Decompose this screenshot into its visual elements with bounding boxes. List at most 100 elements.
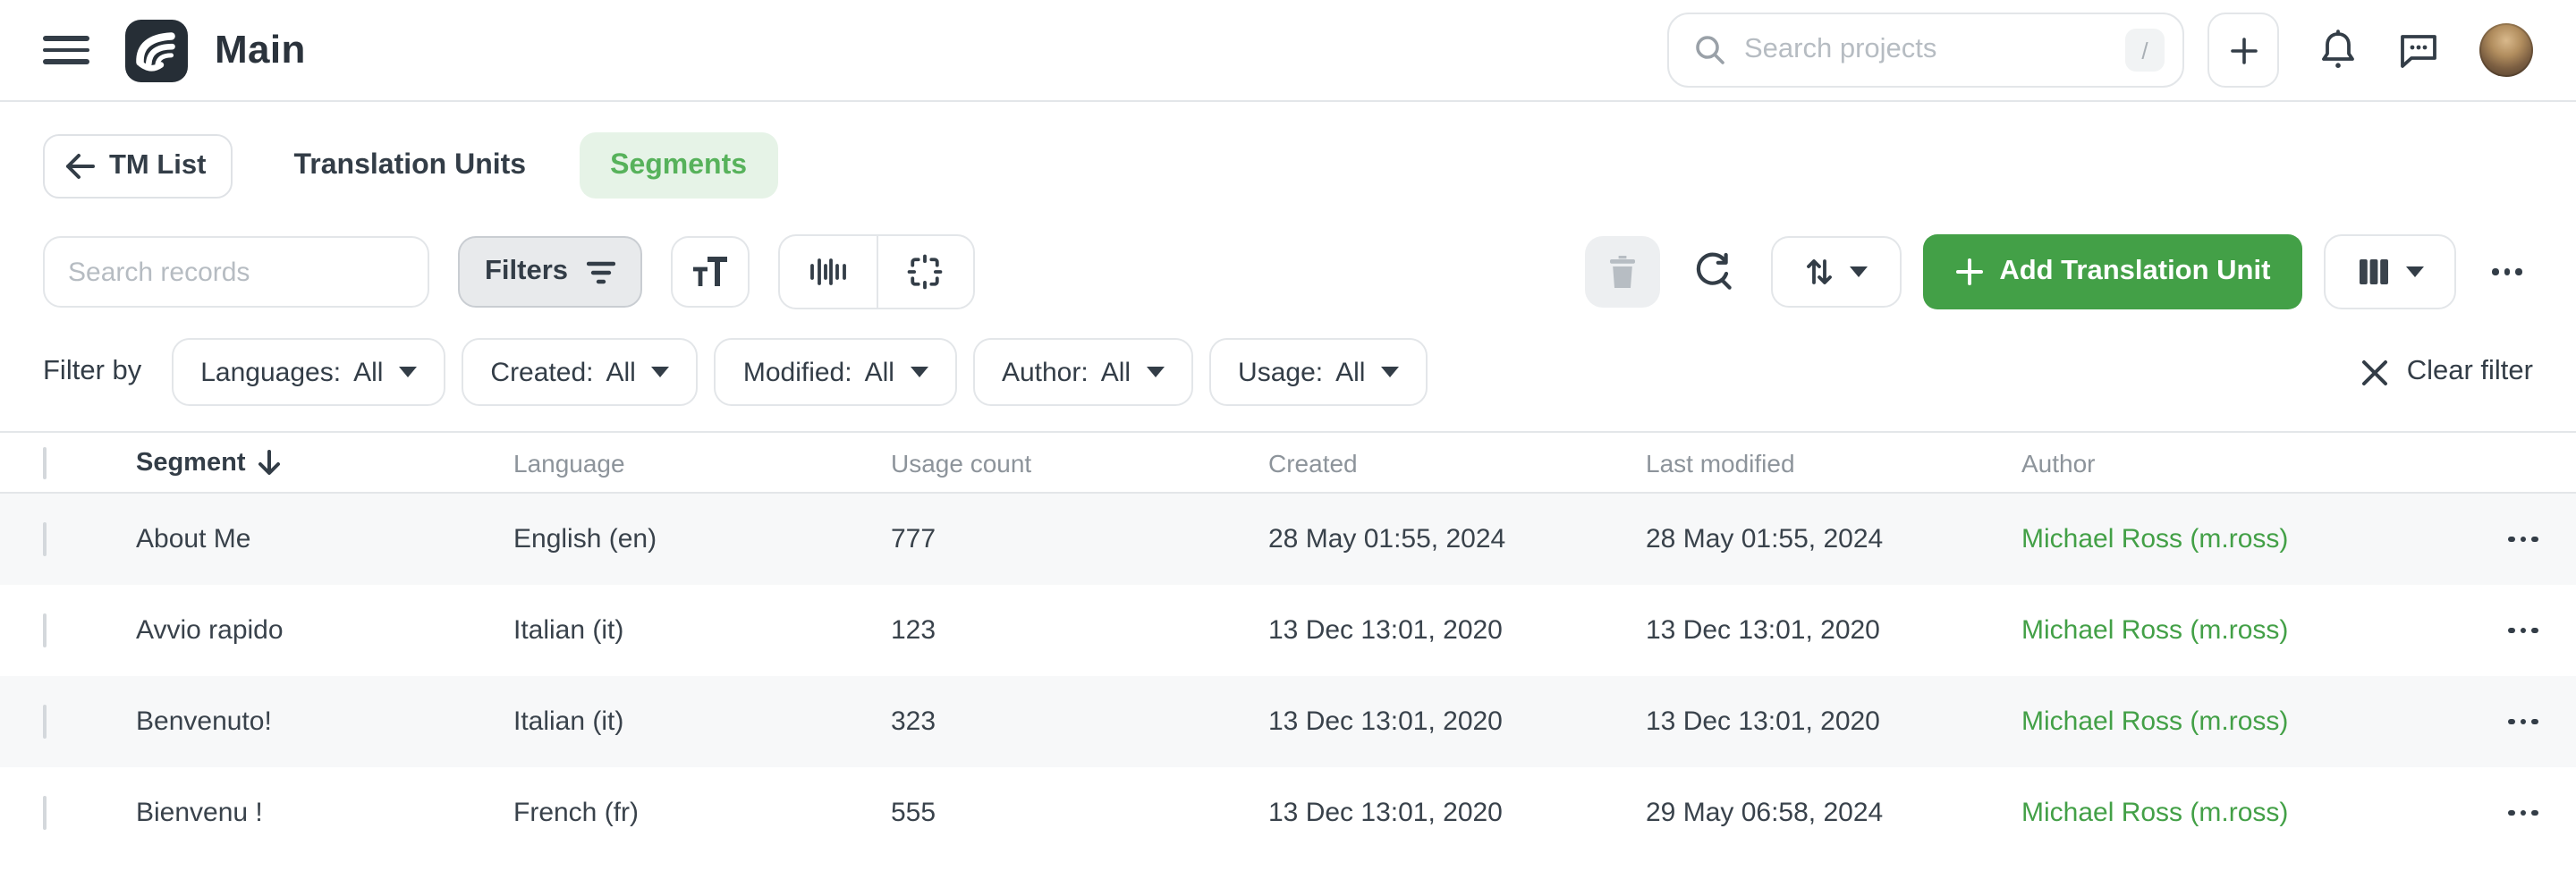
cell-author-link[interactable]: Michael Ross (m.ross) [2021,615,2462,646]
cell-created: 13 Dec 13:01, 2020 [1268,615,1646,646]
cell-segment: Bienvenu ! [136,798,513,828]
table-header-row: Segment Language Usage count Created Las… [0,433,2576,494]
column-header-author[interactable]: Author [2021,448,2462,477]
add-project-button[interactable] [2207,13,2279,88]
app-root: Main / [0,0,2576,871]
selection-frame-icon [905,252,945,292]
cell-last-modified: 13 Dec 13:01, 2020 [1646,615,2021,646]
search-projects-input[interactable] [1744,34,2125,66]
add-translation-unit-button[interactable]: Add Translation Unit [1922,234,2302,309]
row-checkbox[interactable] [43,613,47,647]
ellipsis-icon [2508,809,2538,816]
row-checkbox[interactable] [43,705,47,739]
columns-button[interactable] [2324,234,2456,309]
column-header-usage-count[interactable]: Usage count [891,448,1268,477]
table-row[interactable]: Benvenuto! Italian (it) 323 13 Dec 13:01… [0,676,2576,767]
clear-filter-button[interactable]: Clear filter [2362,356,2533,388]
barcode-view-button[interactable] [779,236,876,308]
filter-by-label: Filter by [43,356,141,388]
tab-segments[interactable]: Segments [580,132,777,199]
chevron-down-icon [1381,367,1399,377]
slash-shortcut-badge: / [2125,29,2165,72]
ellipsis-icon [2508,536,2538,542]
column-header-last-modified[interactable]: Last modified [1646,448,2021,477]
row-checkbox[interactable] [43,796,47,830]
filter-lines-icon [586,258,614,285]
cell-last-modified: 13 Dec 13:01, 2020 [1646,706,2021,737]
view-mode-group [777,234,974,309]
plus-icon [1954,258,1983,286]
cell-last-modified: 28 May 01:55, 2024 [1646,524,2021,554]
trash-icon [1606,254,1638,290]
refresh-search-button[interactable] [1691,250,1734,293]
cell-last-modified: 29 May 06:58, 2024 [1646,798,2021,828]
feedback-button[interactable] [2397,30,2440,71]
search-records-input[interactable] [68,257,404,287]
plus-icon [2228,35,2258,65]
table-row[interactable]: About Me English (en) 777 28 May 01:55, … [0,494,2576,585]
text-size-button[interactable] [670,236,749,308]
cell-author-link[interactable]: Michael Ross (m.ross) [2021,706,2462,737]
cell-segment: Benvenuto! [136,706,513,737]
notifications-button[interactable] [2318,29,2358,72]
search-records-box [43,236,429,308]
row-more-button[interactable] [2499,527,2547,551]
hamburger-menu-icon[interactable] [43,27,89,73]
row-more-button[interactable] [2499,800,2547,824]
close-icon [2362,359,2389,385]
arrow-left-icon [64,151,97,180]
sort-arrows-icon [1804,256,1833,288]
delete-selected-button[interactable] [1584,236,1659,308]
sort-desc-icon [258,449,282,476]
row-checkbox[interactable] [43,522,47,556]
select-all-checkbox[interactable] [43,446,47,478]
row-more-button[interactable] [2499,709,2547,733]
tab-translation-units[interactable]: Translation Units [294,149,527,182]
cell-usage-count: 777 [891,524,1268,554]
table-row[interactable]: Bienvenu ! French (fr) 555 13 Dec 13:01,… [0,767,2576,858]
segments-table: Segment Language Usage count Created Las… [0,431,2576,858]
row-more-button[interactable] [2499,618,2547,642]
cell-created: 13 Dec 13:01, 2020 [1268,798,1646,828]
ellipsis-icon [2508,627,2538,633]
cell-language: Italian (it) [513,706,891,737]
back-to-tm-list-button[interactable]: TM List [43,133,233,198]
column-header-segment[interactable]: Segment [136,448,513,477]
filter-chip-languages[interactable]: Languages: All [172,338,445,406]
column-header-language[interactable]: Language [513,448,891,477]
app-logo-icon[interactable] [125,19,188,81]
top-bar: Main / [0,0,2576,102]
columns-icon [2357,258,2389,286]
cell-usage-count: 323 [891,706,1268,737]
chat-bubble-icon [2397,30,2440,71]
filter-bar: Filter by Languages: All Created: All Mo… [0,317,2576,431]
cell-author-link[interactable]: Michael Ross (m.ross) [2021,524,2462,554]
cell-language: Italian (it) [513,615,891,646]
ellipsis-icon [2492,268,2522,275]
filter-chip-author[interactable]: Author: All [973,338,1193,406]
barcode-icon [808,254,847,290]
sort-button[interactable] [1770,236,1901,308]
cell-created: 28 May 01:55, 2024 [1268,524,1646,554]
cell-author-link[interactable]: Michael Ross (m.ross) [2021,798,2462,828]
toolbar-more-button[interactable] [2481,258,2533,285]
bell-icon [2318,29,2358,72]
filters-button[interactable]: Filters [458,236,641,308]
refresh-search-icon [1691,250,1734,293]
filter-chip-usage[interactable]: Usage: All [1209,338,1428,406]
cell-language: French (fr) [513,798,891,828]
text-size-icon [690,254,729,290]
search-icon [1694,34,1726,66]
search-projects-box: / [1667,13,2184,88]
filter-chip-modified[interactable]: Modified: All [715,338,957,406]
user-avatar[interactable] [2479,23,2533,77]
chevron-down-icon [652,367,670,377]
table-row[interactable]: Avvio rapido Italian (it) 123 13 Dec 13:… [0,585,2576,676]
frame-view-button[interactable] [876,236,972,308]
filter-chip-created[interactable]: Created: All [462,338,698,406]
chevron-down-icon [911,367,928,377]
cell-segment: Avvio rapido [136,615,513,646]
cell-created: 13 Dec 13:01, 2020 [1268,706,1646,737]
column-header-created[interactable]: Created [1268,448,1646,477]
page-title: Main [215,27,306,73]
